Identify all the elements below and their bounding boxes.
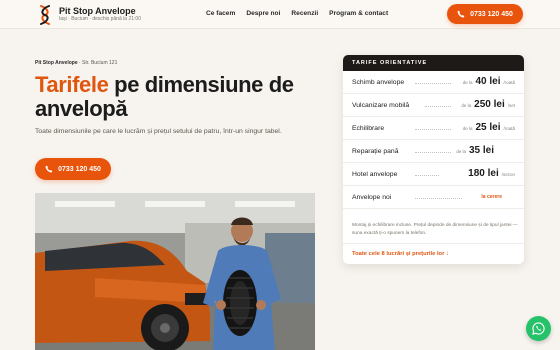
price-row-name: Schimb anvelope — [352, 79, 405, 86]
price-row-value: de la 40 lei /roată — [463, 76, 515, 87]
price-note: Montaj și echilibrare incluse. Prețul de… — [352, 223, 518, 236]
price-row-name: Vulcanizare mobilă — [352, 102, 410, 109]
price-unit: /roată — [503, 126, 515, 131]
header-call-button[interactable]: 0733 120 450 — [447, 4, 523, 24]
price-row[interactable]: Schimb anvelope de la 40 lei /roată — [343, 71, 524, 94]
price-from: de la — [461, 103, 472, 108]
price-row-name: Anvelope noi — [352, 194, 392, 201]
price-amount: 25 lei — [475, 122, 501, 133]
phone-icon — [45, 165, 53, 173]
price-unit: /set — [507, 103, 515, 108]
price-row-name: Hotel anvelope — [352, 171, 398, 178]
page-title: Tarifele pe dimensiune de anvelopă — [35, 73, 325, 121]
nav-item-despre-noi[interactable]: Despre noi — [246, 10, 280, 17]
price-amount: 40 lei — [475, 76, 501, 87]
hero-eyebrow: Pit Stop Anvelope · Str. Bucium 121 — [35, 60, 117, 66]
price-row[interactable]: Vulcanizare mobilă de la 250 lei /set — [343, 94, 524, 117]
price-row-leader — [415, 152, 451, 153]
brand-subtitle: Iași · Bucium · deschis până la 21:00 — [59, 16, 141, 22]
price-row[interactable]: Anvelope noi la cerere — [343, 186, 524, 209]
price-row-leader — [415, 175, 439, 176]
hero-call-button[interactable]: 0733 120 450 — [35, 158, 111, 180]
hero-call-label: 0733 120 450 — [58, 165, 101, 173]
price-unit: /roată — [503, 80, 515, 85]
price-row-leader — [415, 83, 451, 84]
price-from: de la — [462, 80, 473, 85]
main-nav: Ce facem Despre noi Recenzii Program & c… — [206, 10, 388, 17]
nav-item-ce-facem[interactable]: Ce facem — [206, 10, 235, 17]
site-header: Pit Stop Anvelope Iași · Bucium · deschi… — [0, 0, 560, 29]
price-row[interactable]: Reparație pană de la 35 lei — [343, 140, 524, 163]
whatsapp-button[interactable] — [526, 316, 551, 341]
price-row-name: Echilibrare — [352, 125, 385, 132]
eyebrow-address: · Str. Bucium 121 — [79, 60, 118, 66]
price-card-heading: TARIFE ORIENTATIVE — [343, 55, 524, 71]
brand-name[interactable]: Pit Stop Anvelope — [59, 6, 136, 16]
price-row-leader — [415, 129, 451, 130]
price-from: de la — [462, 126, 473, 131]
price-row[interactable]: Echilibrare de la 25 lei /roată — [343, 117, 524, 140]
all-prices-link[interactable]: Toate cele 8 lucrări și prețurile lor ↓ — [343, 243, 524, 264]
price-row-leader — [415, 198, 462, 199]
price-row-value: de la 35 lei — [456, 145, 497, 156]
price-unit: /sezon — [501, 172, 515, 177]
nav-item-program-contact[interactable]: Program & contact — [329, 10, 388, 17]
price-on-request: la cerere — [481, 194, 502, 200]
price-row-value: de la 250 lei /set — [461, 99, 515, 110]
logo-icon[interactable] — [38, 5, 52, 25]
hero-description: Toate dimensiunile pe care le lucrăm și … — [35, 128, 282, 135]
price-row[interactable]: Hotel anvelope 180 lei /sezon — [343, 163, 524, 186]
price-amount: 35 lei — [468, 145, 494, 156]
whatsapp-icon — [532, 322, 545, 335]
eyebrow-brand: Pit Stop Anvelope — [35, 60, 78, 66]
price-row-name: Reparație pană — [352, 148, 399, 155]
phone-icon — [457, 10, 465, 18]
price-row-value: de la 25 lei /roată — [463, 122, 515, 133]
nav-item-recenzii[interactable]: Recenzii — [291, 10, 318, 17]
price-row-value: 180 lei /sezon — [468, 168, 515, 179]
hero-photo — [35, 193, 315, 350]
price-from: de la — [456, 149, 466, 154]
mechanic-car-image — [35, 193, 315, 350]
price-amount: 180 lei — [468, 168, 499, 179]
page-title-accent: Tarifele — [35, 72, 109, 97]
price-amount: 250 lei — [474, 99, 505, 110]
price-row-leader — [425, 106, 451, 107]
header-call-label: 0733 120 450 — [470, 10, 513, 18]
price-card: TARIFE ORIENTATIVE Schimb anvelope de la… — [343, 55, 524, 264]
